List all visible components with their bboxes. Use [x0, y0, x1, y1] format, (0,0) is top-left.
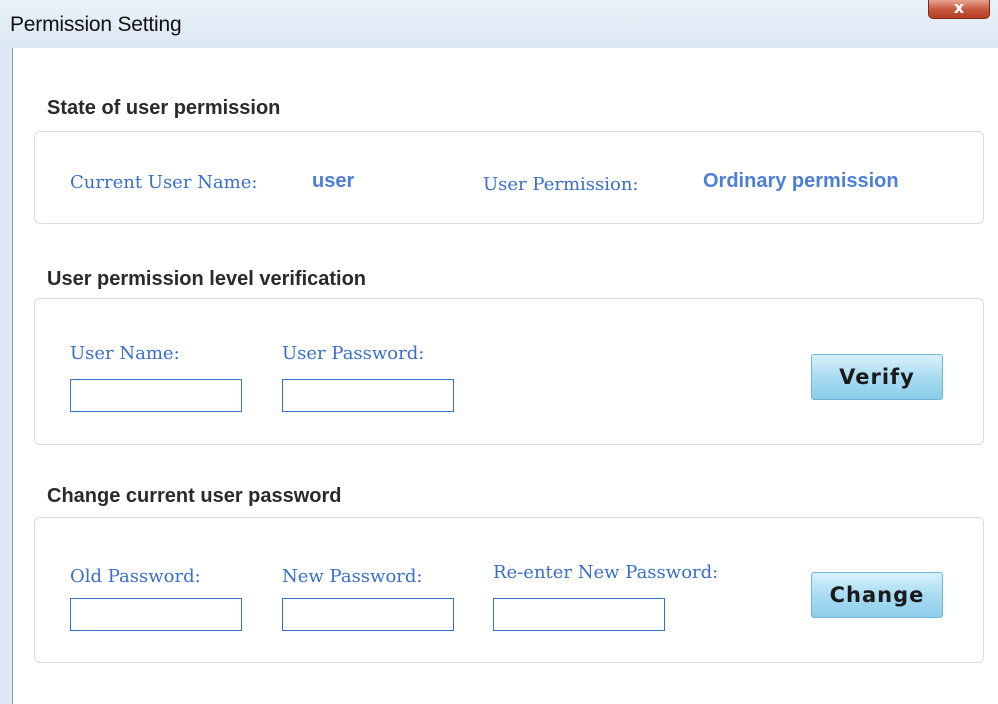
- old-password-input[interactable]: [70, 598, 242, 631]
- verify-button[interactable]: Verify: [811, 354, 943, 400]
- verify-group-box: User Name: User Password: Verify: [34, 298, 984, 445]
- change-section-title: Change current user password: [47, 485, 342, 507]
- user-name-label: User Name:: [70, 343, 180, 364]
- change-button[interactable]: Change: [811, 572, 943, 618]
- window-title: Permission Setting: [10, 13, 182, 36]
- current-user-value: user: [312, 170, 355, 192]
- reenter-password-label: Re-enter New Password:: [493, 562, 719, 583]
- change-group-box: Old Password: New Password: Re-enter New…: [34, 517, 984, 663]
- close-icon: x: [953, 0, 965, 17]
- permission-setting-window: Permission Setting x State of user permi…: [0, 0, 998, 704]
- new-password-input[interactable]: [282, 598, 454, 631]
- user-password-input[interactable]: [282, 379, 454, 412]
- close-button[interactable]: x: [928, 0, 990, 19]
- verify-section-title: User permission level verification: [47, 268, 367, 290]
- user-permission-value: Ordinary permission: [703, 170, 899, 192]
- new-password-label: New Password:: [282, 566, 423, 587]
- old-password-label: Old Password:: [70, 566, 201, 587]
- title-bar[interactable]: Permission Setting x: [0, 0, 998, 48]
- state-group-box: Current User Name: user User Permission:…: [34, 131, 984, 224]
- window-left-frame: [0, 48, 13, 704]
- user-password-label: User Password:: [282, 343, 425, 364]
- user-name-input[interactable]: [70, 379, 242, 412]
- user-permission-label: User Permission:: [483, 174, 639, 195]
- current-user-label: Current User Name:: [70, 172, 258, 193]
- reenter-password-input[interactable]: [493, 598, 665, 631]
- state-section-title: State of user permission: [47, 97, 281, 119]
